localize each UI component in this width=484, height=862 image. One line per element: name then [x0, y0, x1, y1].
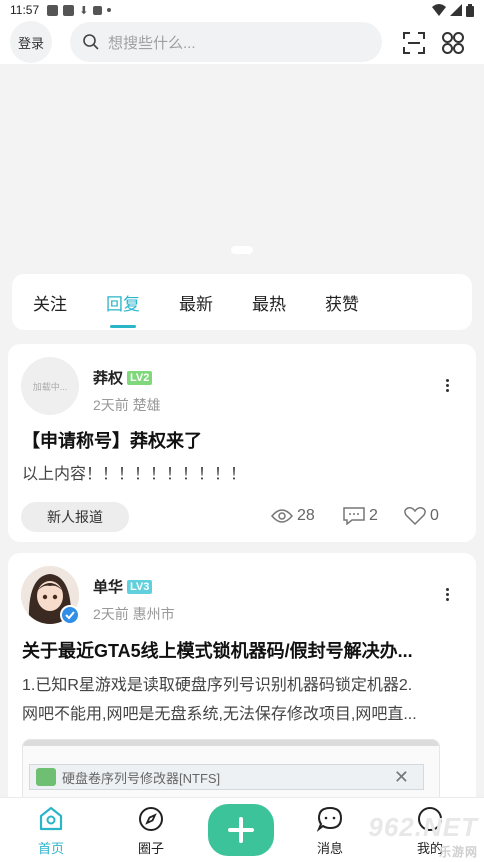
image-window-titlebar: 硬盘卷序列号修改器[NTFS] ✕ — [29, 764, 424, 790]
more-options-icon[interactable] — [446, 588, 450, 601]
battery-icon — [466, 3, 474, 17]
tab-label: 获赞 — [325, 294, 359, 314]
eye-icon — [271, 509, 293, 523]
notification-icon — [93, 5, 103, 15]
wifi-icon — [432, 4, 446, 16]
compass-icon — [139, 807, 163, 831]
excerpt-line: 1.已知R星游戏是读取硬盘序列号识别机器码锁定机器2. — [22, 677, 413, 694]
status-bar: 11:57 ⬇ — [0, 0, 484, 20]
excerpt-line: 网吧不能用,网吧是无盘系统,无法保存修改项目,网吧直... — [22, 706, 417, 723]
nav-messages[interactable]: 消息 — [300, 806, 360, 857]
likes-count[interactable]: 0 — [404, 507, 439, 525]
image-window-title: 硬盘卷序列号修改器[NTFS] — [62, 770, 221, 786]
tab-label: 最热 — [252, 294, 286, 314]
login-label: 登录 — [17, 35, 44, 51]
post-meta: 2天前 楚雄 — [93, 397, 161, 413]
home-icon — [39, 806, 63, 831]
tab-reply[interactable]: 回复 — [106, 274, 140, 330]
more-notifications-icon — [107, 8, 112, 12]
nav-home[interactable]: 首页 — [21, 806, 81, 857]
tab-latest[interactable]: 最新 — [179, 274, 213, 330]
scan-icon[interactable] — [401, 30, 427, 56]
tab-label: 关注 — [33, 294, 67, 314]
verified-badge-icon — [60, 605, 80, 625]
tab-hottest[interactable]: 最热 — [252, 274, 286, 330]
banner-carousel[interactable] — [0, 64, 484, 258]
status-time: 11:57 — [10, 3, 40, 17]
post-excerpt[interactable]: 1.已知R星游戏是读取硬盘序列号识别机器码锁定机器2. 网吧不能用,网吧是无盘系… — [22, 671, 462, 729]
signal-icon — [450, 4, 462, 16]
views-count: 28 — [271, 507, 315, 525]
watermark-brand: 962.NET — [368, 812, 478, 842]
apps-grid-icon[interactable] — [440, 30, 466, 56]
feed-tabs: 关注 回复 最新 最热 获赞 — [12, 274, 472, 330]
tab-label: 最新 — [179, 294, 213, 314]
watermark-sub: 乐游网 — [438, 845, 478, 859]
image-top-strip — [23, 740, 439, 746]
author-label: 单华 — [93, 579, 124, 596]
top-bar: 登录 想搜些什么... — [0, 20, 484, 64]
comments-value: 2 — [369, 507, 378, 524]
avatar-loading-text: 加载中... — [32, 381, 68, 392]
close-icon: ✕ — [393, 766, 409, 787]
post-tag[interactable]: 新人报道 — [21, 502, 129, 532]
plus-icon — [228, 817, 254, 843]
nav-circle[interactable]: 圈子 — [121, 806, 181, 857]
status-notification-icons: ⬇ — [47, 4, 112, 17]
search-input[interactable]: 想搜些什么... — [70, 22, 382, 62]
post-card[interactable]: 单华 LV3 2天前 惠州市 关于最近GTA5线上模式锁机器码/假封号解决办..… — [8, 553, 476, 823]
nav-label: 消息 — [316, 841, 343, 856]
heart-icon — [404, 507, 426, 525]
views-value: 28 — [297, 507, 315, 524]
tab-liked[interactable]: 获赞 — [325, 274, 359, 330]
likes-value: 0 — [430, 507, 439, 524]
bottom-nav: 首页 圈子 消息 我的 962.NET 乐游网 — [0, 797, 484, 862]
app-logo-icon — [36, 768, 56, 786]
tab-follow[interactable]: 关注 — [33, 274, 67, 330]
author-label: 莽权 — [93, 370, 124, 387]
download-icon: ⬇ — [79, 4, 89, 17]
carousel-indicator — [231, 246, 253, 254]
post-meta: 2天前 惠州市 — [93, 606, 175, 622]
author-name[interactable]: 单华 LV3 — [93, 576, 153, 597]
search-placeholder: 想搜些什么... — [108, 34, 196, 52]
create-post-button[interactable] — [208, 804, 274, 856]
watermark-logo: 962.NET 乐游网 — [368, 812, 478, 860]
nav-label: 首页 — [37, 841, 64, 856]
notification-icon — [47, 4, 59, 16]
post-excerpt[interactable]: 以上内容！！！！！！！！！！ — [22, 460, 462, 489]
login-button[interactable]: 登录 — [10, 21, 52, 63]
search-icon — [83, 34, 99, 50]
more-options-icon[interactable] — [446, 379, 450, 392]
post-title[interactable]: 【申请称号】莽权来了 — [22, 427, 462, 453]
notification-icon — [63, 4, 75, 16]
level-badge: LV2 — [127, 370, 153, 385]
nav-label: 圈子 — [137, 841, 164, 856]
comment-icon — [343, 507, 365, 525]
author-name[interactable]: 莽权 LV2 — [93, 367, 153, 388]
tab-label: 回复 — [106, 294, 140, 314]
level-badge: LV3 — [127, 579, 153, 594]
avatar[interactable]: 加载中... — [21, 357, 79, 415]
message-icon — [317, 806, 343, 832]
post-card[interactable]: 加载中... 莽权 LV2 2天前 楚雄 【申请称号】莽权来了 以上内容！！！！… — [8, 344, 476, 542]
comments-count[interactable]: 2 — [343, 507, 378, 525]
post-title[interactable]: 关于最近GTA5线上模式锁机器码/假封号解决办... — [22, 637, 462, 663]
